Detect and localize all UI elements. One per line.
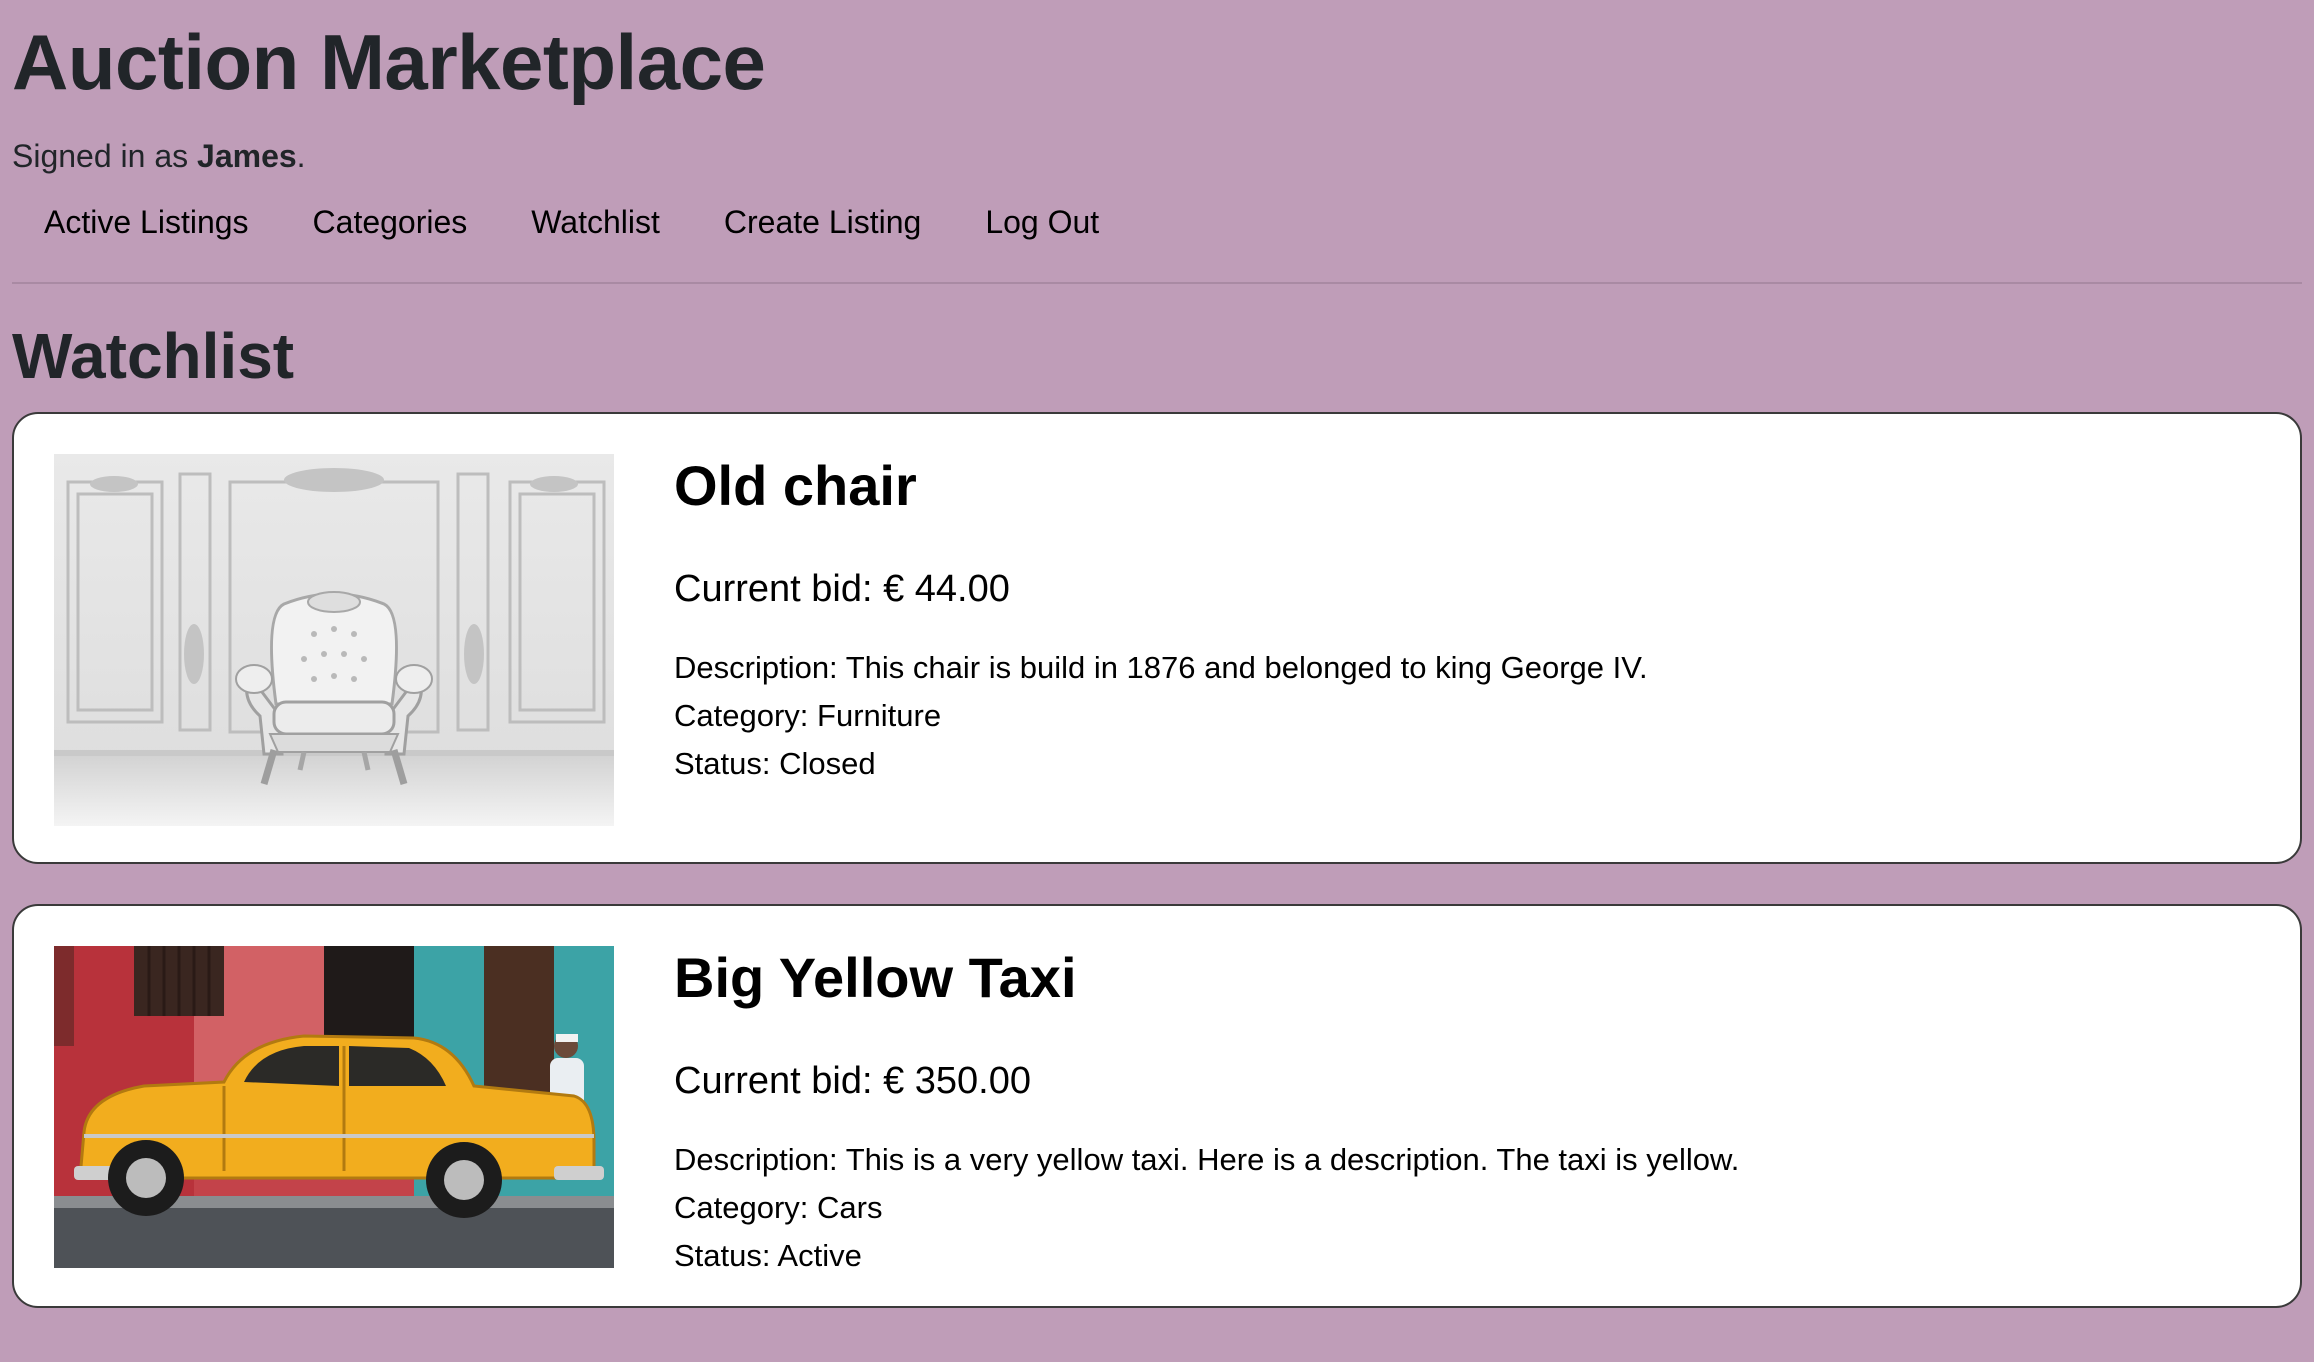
listing-category: Category: Cars	[674, 1190, 883, 1225]
divider	[12, 282, 2302, 284]
listing-card[interactable]: Old chair Current bid: € 44.00 Descripti…	[12, 412, 2302, 864]
signed-in-suffix: .	[296, 138, 306, 174]
signed-in-status: Signed in as James.	[12, 136, 2302, 176]
listing-title[interactable]: Big Yellow Taxi	[674, 946, 1739, 1008]
nav-categories[interactable]: Categories	[313, 202, 468, 242]
chair-image	[54, 454, 614, 826]
listing-meta: Description: This chair is build in 1876…	[674, 644, 1648, 788]
site-title: Auction Marketplace	[12, 18, 766, 106]
listing-info: Big Yellow Taxi Current bid: € 350.00 De…	[674, 946, 1739, 1274]
listing-info: Old chair Current bid: € 44.00 Descripti…	[674, 454, 1648, 822]
listing-card[interactable]: Big Yellow Taxi Current bid: € 350.00 De…	[12, 904, 2302, 1308]
page: Auction Marketplace Signed in as James. …	[0, 0, 2314, 1308]
taxi-image	[54, 946, 614, 1268]
nav-active-listings[interactable]: Active Listings	[44, 202, 249, 242]
listing-title[interactable]: Old chair	[674, 454, 1648, 516]
listing-category: Category: Furniture	[674, 698, 942, 733]
nav-watchlist[interactable]: Watchlist	[531, 202, 660, 242]
listing-status: Status: Closed	[674, 746, 876, 781]
nav-log-out[interactable]: Log Out	[985, 202, 1099, 242]
listing-image-chair[interactable]	[54, 454, 614, 826]
listing-current-bid: Current bid: € 350.00	[674, 1060, 1032, 1102]
listing-image-taxi[interactable]	[54, 946, 614, 1268]
listing-description: Description: This is a very yellow taxi.…	[674, 1142, 1740, 1177]
nav-create-listing[interactable]: Create Listing	[724, 202, 921, 242]
listing-description: Description: This chair is build in 1876…	[674, 650, 1648, 685]
listing-status: Status: Active	[674, 1238, 862, 1273]
page-heading: Watchlist	[12, 320, 295, 392]
listing-current-bid: Current bid: € 44.00	[674, 568, 1010, 610]
username: James	[197, 138, 297, 174]
listing-meta: Description: This is a very yellow taxi.…	[674, 1136, 1739, 1280]
main-nav: Active Listings Categories Watchlist Cre…	[12, 194, 2302, 250]
signed-in-prefix: Signed in as	[12, 138, 198, 174]
